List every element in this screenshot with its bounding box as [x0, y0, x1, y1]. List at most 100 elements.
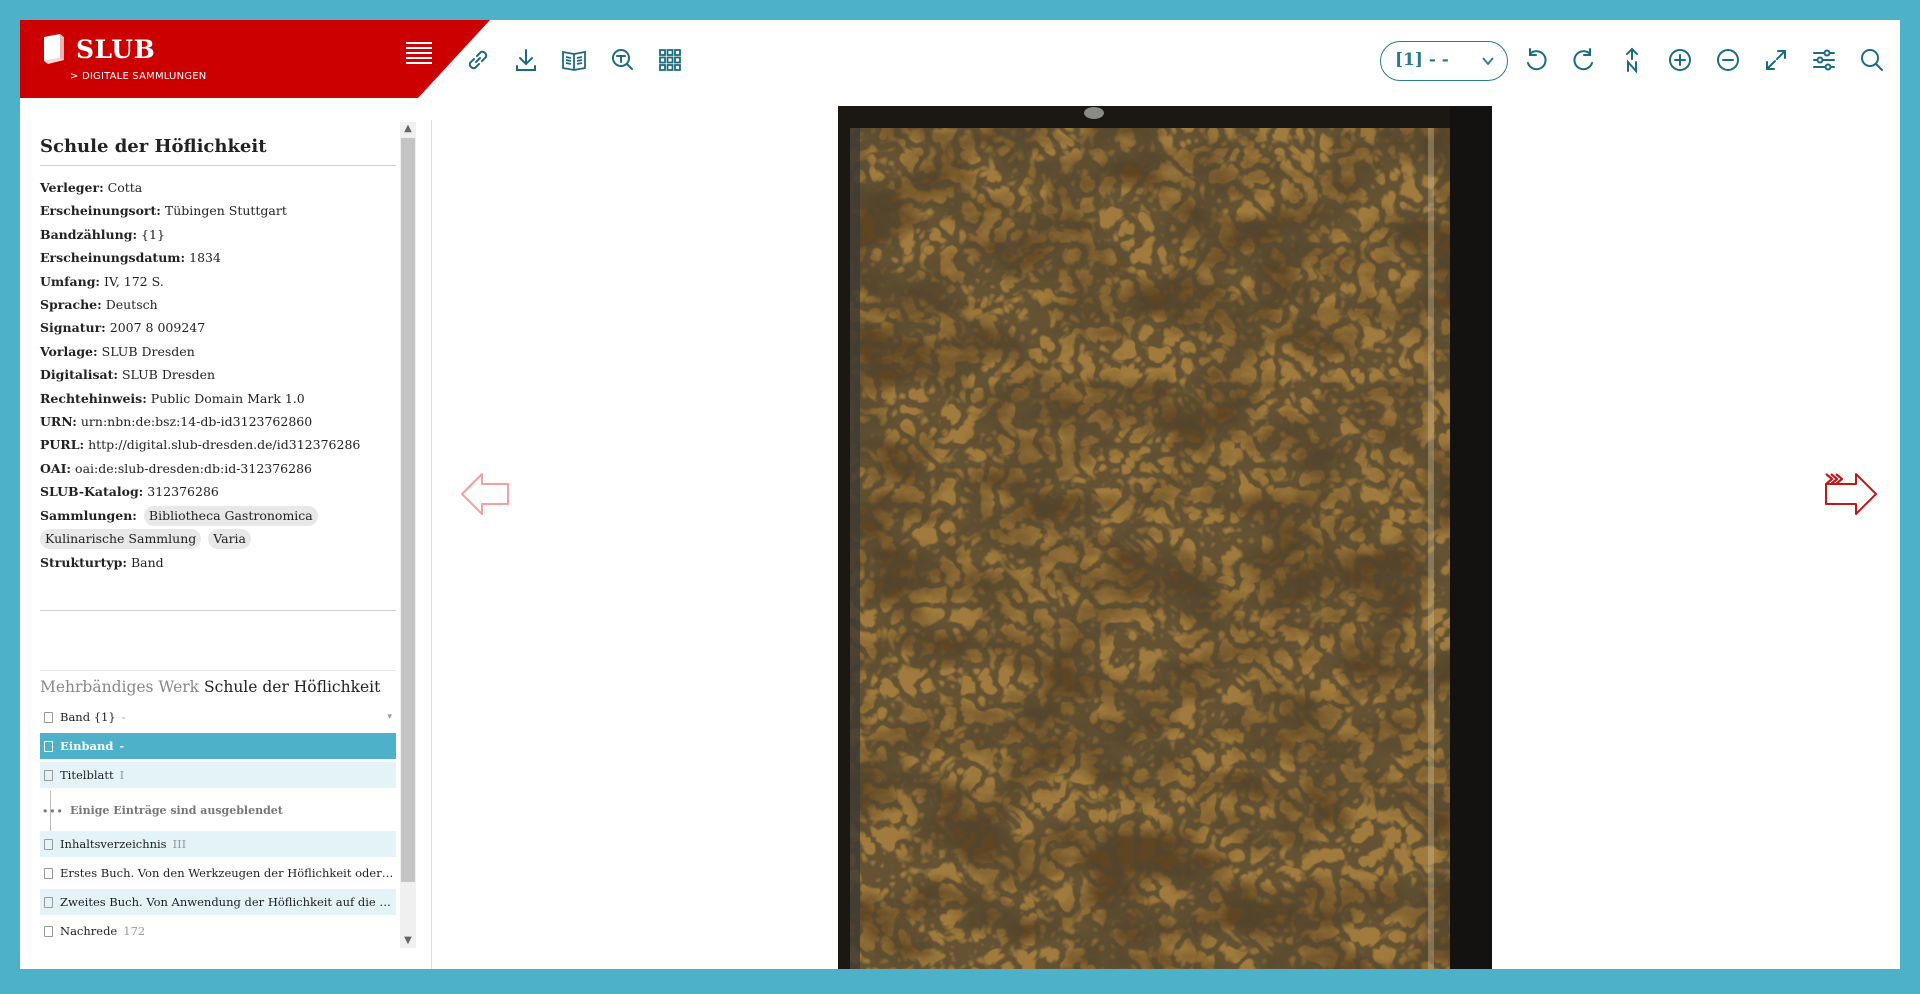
image-viewer[interactable]	[432, 106, 1900, 969]
table-of-contents: Band {1} - ▾ Einband - Titelblatt I ··· Ein…	[40, 704, 396, 947]
metadata-value: SLUB Dresden	[101, 343, 195, 359]
metadata-row: Vorlage: SLUB Dresden	[40, 340, 396, 363]
document-icon	[44, 770, 53, 781]
toc-item-titelblatt[interactable]: Titelblatt I	[40, 762, 396, 788]
rotate-left-icon[interactable]	[1522, 46, 1550, 74]
download-icon[interactable]	[512, 46, 540, 74]
zoom-out-icon[interactable]	[1714, 46, 1742, 74]
metadata-row: Verleger: Cotta	[40, 176, 396, 199]
scroll-down-icon[interactable]: ▼	[400, 934, 416, 948]
metadata-label: Erscheinungsdatum:	[40, 250, 186, 266]
logo-subtitle[interactable]: > DIGITALE SAMMLUNGEN	[70, 71, 206, 82]
metadata-value: Deutsch	[105, 297, 158, 313]
logo-banner: SLUB > DIGITALE SAMMLUNGEN	[20, 20, 490, 98]
divider	[40, 670, 396, 671]
metadata-value: 1834	[189, 250, 221, 266]
document-icon	[44, 868, 53, 879]
scrollbar-thumb[interactable]	[401, 138, 415, 882]
arrow-right-icon[interactable]	[1822, 468, 1878, 520]
grid-icon[interactable]	[656, 46, 684, 74]
metadata-value: 312376286	[147, 484, 219, 500]
document-icon	[44, 839, 53, 850]
metadata-row: PURL: http://digital.slub-dresden.de/id3…	[40, 433, 396, 456]
collection-tag[interactable]: Bibliotheca Gastronomica	[143, 505, 318, 526]
metadata-value: IV, 172 S.	[104, 273, 164, 289]
metadata-value: 2007 8 009247	[109, 320, 206, 336]
metadata-row: URN: urn:nbn:de:bsz:14-db-id3123762860	[40, 410, 396, 433]
book-title: Schule der Höflichkeit	[40, 136, 396, 166]
book-icon[interactable]	[560, 46, 588, 74]
page-select[interactable]: [1] - -	[1380, 41, 1508, 81]
metadata-label: OAI:	[40, 460, 72, 476]
metadata-row: Digitalisat: SLUB Dresden	[40, 363, 396, 386]
app-frame: SLUB > DIGITALE SAMMLUNGEN [1] - - Schul…	[20, 20, 1900, 969]
toc-item-band[interactable]: Band {1} - ▾	[40, 704, 396, 730]
metadata-value: Public Domain Mark 1.0	[150, 390, 305, 406]
metadata-row: Erscheinungsdatum: 1834	[40, 246, 396, 269]
metadata-row-structure-type: Strukturtyp: Band	[40, 554, 164, 570]
metadata-row-collections: Sammlungen: Bibliotheca Gastronomica	[40, 504, 396, 527]
metadata-row: Sprache: Deutsch	[40, 293, 396, 316]
arrow-left-icon[interactable]	[460, 470, 514, 520]
document-icon	[44, 897, 53, 908]
toc-item-erstes-buch[interactable]: Erstes Buch. Von den Werkzeugen der Höfl…	[40, 860, 396, 886]
metadata-label: Digitalisat:	[40, 367, 118, 383]
metadata-value: {1}	[141, 226, 165, 242]
structure-title: Mehrbändiges Werk Schule der Höflichkeit	[40, 678, 381, 696]
metadata-row: SLUB-Katalog: 312376286	[40, 480, 396, 503]
rotate-right-icon[interactable]	[1570, 46, 1598, 74]
metadata-row: Umfang: IV, 172 S.	[40, 270, 396, 293]
metadata-label: Umfang:	[40, 273, 101, 289]
metadata-row: OAI: oai:de:slub-dresden:db:id-312376286	[40, 457, 396, 480]
metadata-row: Signatur: 2007 8 009247	[40, 316, 396, 339]
metadata-row: Erscheinungsort: Tübingen Stuttgart	[40, 199, 396, 222]
page-select-value: [1] - -	[1395, 50, 1449, 70]
metadata-label: Bandzählung:	[40, 226, 138, 242]
toc-item-inhaltsverzeichnis[interactable]: Inhaltsverzeichnis III	[40, 831, 396, 857]
document-icon	[44, 741, 53, 752]
metadata-list: Verleger: Cotta Erscheinungsort: Tübingen…	[40, 176, 396, 504]
metadata-row-collections-more: Kulinarische Sammlung Varia	[40, 527, 396, 550]
document-icon	[44, 712, 53, 723]
divider	[40, 610, 396, 611]
slub-book-icon	[44, 34, 64, 64]
metadata-value: http://digital.slub-dresden.de/id3123762…	[88, 437, 361, 453]
fullscreen-icon[interactable]	[1762, 46, 1790, 74]
metadata-label: Rechtehinweis:	[40, 390, 147, 406]
logo-title[interactable]: SLUB	[76, 35, 155, 64]
metadata-label: URN:	[40, 414, 77, 430]
search-fulltext-icon[interactable]	[608, 46, 636, 74]
sidebar-scrollbar[interactable]: ▲ ▼	[400, 122, 416, 948]
chevron-down-icon	[1482, 57, 1494, 66]
collection-tag[interactable]: Varia	[208, 529, 251, 550]
metadata-value: Tübingen Stuttgart	[164, 203, 287, 219]
toc-item-zweites-buch[interactable]: Zweites Buch. Von Anwendung der Höflichk…	[40, 889, 396, 915]
collection-tag[interactable]: Kulinarische Sammlung	[40, 529, 202, 550]
scroll-up-icon[interactable]: ▲	[400, 122, 416, 136]
north-reset-icon[interactable]	[1618, 46, 1646, 74]
zoom-in-icon[interactable]	[1666, 46, 1694, 74]
hamburger-menu-icon[interactable]	[406, 42, 432, 64]
chevron-down-icon[interactable]: ▾	[387, 704, 392, 730]
metadata-label: SLUB-Katalog:	[40, 484, 144, 500]
metadata-label: Vorlage:	[40, 343, 98, 359]
metadata-label: Verleger:	[40, 180, 104, 195]
toc-item-nachrede[interactable]: Nachrede 172	[40, 918, 396, 944]
metadata-value: urn:nbn:de:bsz:14-db-id3123762860	[80, 414, 313, 430]
toc-hidden-entries[interactable]: ··· Einige Einträge sind ausgeblendet	[40, 791, 396, 831]
metadata-label: PURL:	[40, 437, 85, 453]
sidebar: Schule der Höflichkeit Verleger: Cotta Er…	[20, 120, 432, 969]
metadata-value: Cotta	[107, 180, 143, 195]
settings-sliders-icon[interactable]	[1810, 46, 1838, 74]
metadata-label: Signatur:	[40, 320, 106, 336]
metadata-value: SLUB Dresden	[121, 367, 216, 383]
toc-item-einband[interactable]: Einband -	[40, 733, 396, 759]
search-icon[interactable]	[1858, 46, 1886, 74]
more-dots-icon: ···	[42, 801, 64, 822]
metadata-panel: Schule der Höflichkeit Verleger: Cotta Er…	[40, 136, 396, 574]
page-image-marbled-cover	[838, 106, 1492, 969]
metadata-row: Rechtehinweis: Public Domain Mark 1.0	[40, 387, 396, 410]
metadata-row: Bandzählung: {1}	[40, 223, 396, 246]
metadata-value: oai:de:slub-dresden:db:id-312376286	[75, 460, 312, 476]
link-icon[interactable]	[464, 46, 492, 74]
